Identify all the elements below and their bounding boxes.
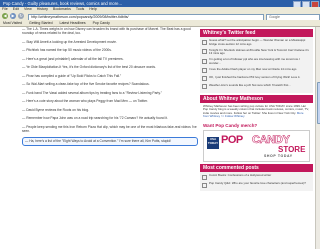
twitter-feed: Guess what? Let the anticipation begin —… [200, 37, 313, 93]
post-paragraph: — Pixar has compiled a guide of "Up Bold… [22, 73, 122, 78]
usa-today-logo: USA TODAY [207, 137, 219, 150]
browser-window: Pop Candy - Guilty pleasures, book revie… [0, 0, 320, 249]
menu-edit[interactable]: Edit [13, 7, 19, 11]
bookmarks-toolbar: Most Visited Getting Started Latest Head… [0, 20, 320, 27]
tweet-item[interactable]: I love the Adobe Flash player on my Mac … [202, 67, 311, 74]
bookmark-item[interactable]: Latest Headlines [60, 21, 86, 25]
tweet-bullet-icon [202, 76, 207, 82]
window-titlebar: Pop Candy - Guilty pleasures, book revie… [0, 0, 320, 7]
page-content: — The L.A. Times weighs in on how Disney… [0, 27, 315, 249]
tweet-bullet-icon [202, 39, 207, 45]
most-commented-item[interactable]: Pop Candy Q&A: Who are your favorite lov… [202, 181, 311, 188]
banner-word-store: STORE [278, 145, 306, 155]
post-paragraph: — Stay Will Arnett a looking up the Arre… [22, 39, 117, 44]
most-commented-header: Most commented posts [200, 164, 313, 173]
bookmark-item[interactable]: Getting Started [29, 21, 53, 25]
scrollbar-thumb[interactable] [316, 82, 320, 124]
sidebar: Whitney's Twitter feed Guess what? Let t… [200, 27, 313, 249]
list-bullet-icon [202, 182, 207, 188]
blog-post-body: — The L.A. Times weighs in on how Disney… [22, 27, 198, 249]
menu-help[interactable]: Help [89, 7, 96, 11]
menu-history[interactable]: History [37, 7, 48, 11]
tweet-item[interactable]: Weather-Ann's sounds like a job! Not sur… [202, 83, 311, 90]
menu-bookmarks[interactable]: Bookmarks [53, 7, 71, 11]
post-paragraph: — Ye Olde Blaxploitation-It Yes, it's th… [22, 65, 156, 70]
back-icon[interactable]: ◀ [2, 13, 8, 19]
most-commented-item[interactable]: Comic Books: Confessions of a Hollywood … [202, 173, 311, 180]
tweet-bullet-icon [202, 49, 207, 55]
banner-word-pop: POP [221, 134, 243, 147]
forward-icon[interactable]: ▶ [10, 13, 16, 19]
post-paragraph: — The L.A. Times weighs in on how Disney… [22, 27, 191, 36]
post-paragraph: — David Byrne reviews the Roots on his b… [22, 107, 90, 112]
menu-tools[interactable]: Tools [76, 7, 84, 11]
twitter-feed-header: Whitney's Twitter feed [200, 29, 313, 37]
bookmark-item[interactable]: Most Visited [3, 21, 22, 25]
vertical-scrollbar[interactable] [315, 27, 320, 249]
post-paragraph: — So Wal-Mart selling a clean-fake top o… [22, 82, 150, 87]
pop-candy-store-banner[interactable]: USA TODAY POP CANDY STORE SHOP TODAY [203, 130, 310, 163]
banner-tagline: SHOP TODAY [264, 154, 293, 159]
menu-file[interactable]: File [2, 7, 8, 11]
most-commented-list: Comic Books: Confessions of a Hollywood … [200, 172, 313, 192]
bookmark-item[interactable]: Pop Candy [93, 21, 110, 25]
tweet-item[interactable]: Guess what? Let the anticipation begin —… [202, 38, 311, 46]
reload-icon[interactable]: ↻ [18, 13, 24, 19]
menu-view[interactable]: View [24, 7, 32, 11]
tweet-item[interactable]: OK, I just finished the hardcore Phil Iv… [202, 75, 311, 82]
merch-heading: Want Pop Candy merch? [203, 123, 258, 129]
post-paragraph: — Here's a cute story about the woman wh… [22, 99, 148, 104]
list-bullet-icon [202, 174, 207, 180]
about-text: Whitney Matheson has been writing pop cu… [203, 103, 309, 119]
post-paragraph: — People keep sending me this Iron Rebor… [22, 124, 197, 133]
tweet-bullet-icon [202, 68, 207, 74]
post-paragraph: — Pitchfork has named the top 50 music v… [22, 48, 112, 53]
post-paragraph: — Remember how Papa John was on a road t… [22, 116, 168, 121]
tweet-bullet-icon [202, 84, 207, 90]
tweet-item[interactable]: Tonight I'm Sherlock Holmes at #Coolfie … [202, 48, 311, 56]
tweet-bullet-icon [202, 58, 207, 64]
tweet-item[interactable]: I'm getting a lot of follower ppl who ar… [202, 57, 311, 65]
about-header: About Whitney Matheson [200, 94, 313, 103]
highlighted-paragraph: — Ha, here's a list of the "Eight Ways t… [22, 137, 198, 146]
post-paragraph: — Funk band The Vassi added several albu… [22, 90, 162, 95]
post-paragraph: — Here's a great (and printable!) calend… [22, 56, 124, 61]
window-title: Pop Candy - Guilty pleasures, book revie… [3, 1, 122, 6]
